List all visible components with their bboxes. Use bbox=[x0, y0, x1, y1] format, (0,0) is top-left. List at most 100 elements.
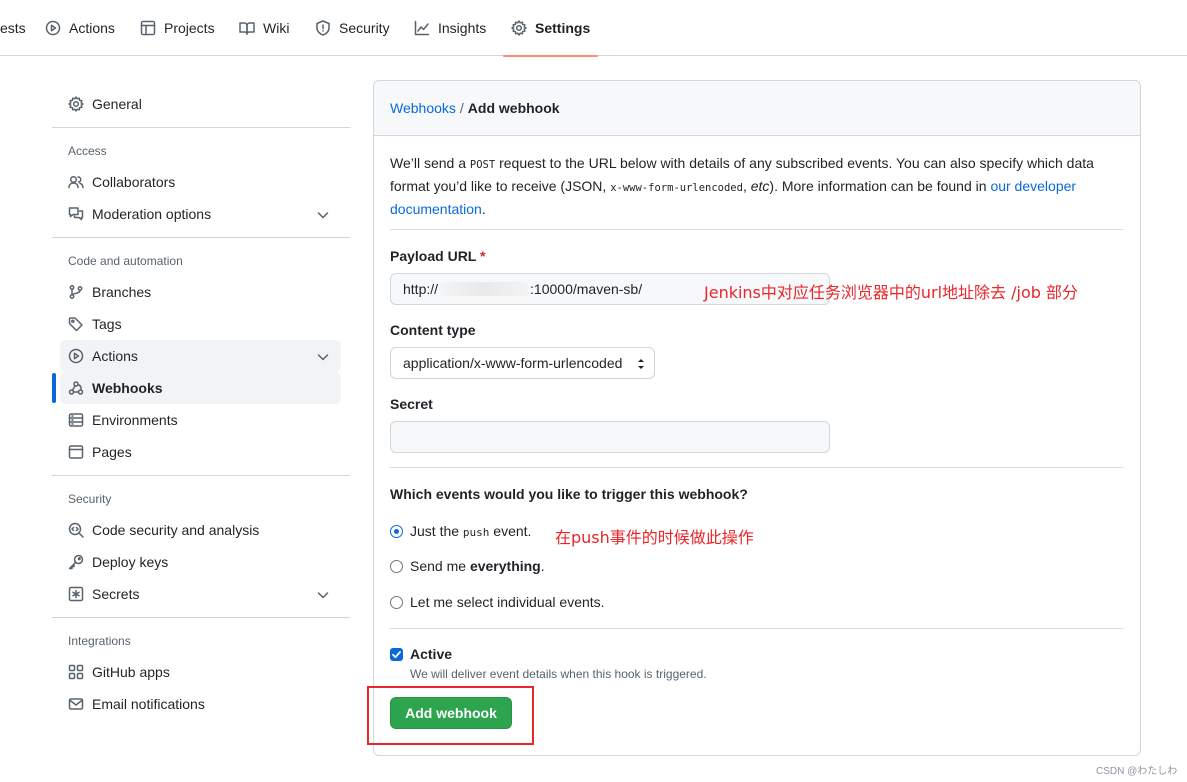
shield-icon bbox=[315, 20, 331, 36]
key-icon bbox=[68, 554, 84, 570]
selected-value: application/x-www-form-urlencoded bbox=[403, 355, 623, 371]
breadcrumb-link-webhooks[interactable]: Webhooks bbox=[390, 100, 456, 116]
gear-icon bbox=[68, 96, 84, 112]
form-divider bbox=[390, 467, 1124, 468]
url-annotation: Jenkins中对应任务浏览器中的url地址除去 /job 部分 bbox=[704, 283, 1079, 302]
payload-url-label: Payload URL * bbox=[390, 248, 485, 264]
active-label: Active bbox=[410, 646, 453, 662]
secret-input[interactable] bbox=[390, 421, 830, 453]
label-text: Payload URL bbox=[390, 248, 477, 264]
sidebar-item-webhooks[interactable]: Webhooks bbox=[60, 372, 341, 404]
watermark: CSDN @わたしわ bbox=[1096, 766, 1178, 777]
tab-label: Wiki bbox=[263, 20, 290, 36]
people-icon bbox=[68, 174, 84, 190]
radio-option-push[interactable]: Just the push event. bbox=[390, 523, 531, 539]
sidebar-heading-access: Access bbox=[68, 144, 107, 158]
description-code: x-www-form-urlencoded bbox=[610, 182, 743, 194]
secret-label: Secret bbox=[390, 396, 433, 412]
tab-pull-requests-partial[interactable]: ests bbox=[0, 0, 26, 56]
server-icon bbox=[68, 412, 84, 428]
tab-label: Settings bbox=[535, 20, 591, 36]
chevron-down-icon[interactable] bbox=[315, 349, 331, 365]
radio-option-individual[interactable]: Let me select individual events. bbox=[390, 594, 605, 610]
book-icon bbox=[239, 20, 255, 36]
repo-tab-bar: ests Actions Projects Wiki Security Insi… bbox=[0, 0, 1187, 57]
sidebar-item-label: Webhooks bbox=[92, 380, 163, 396]
sidebar-item-label: GitHub apps bbox=[92, 664, 170, 680]
sidebar-item-secrets[interactable]: Secrets bbox=[60, 578, 341, 610]
tab-insights[interactable]: Insights bbox=[414, 0, 486, 56]
sidebar-item-moderation-options[interactable]: Moderation options bbox=[60, 198, 341, 230]
sidebar-item-label: Email notifications bbox=[92, 696, 205, 712]
sidebar-divider bbox=[52, 127, 350, 128]
tab-label: Projects bbox=[164, 20, 215, 36]
content-type-select[interactable]: application/x-www-form-urlencoded bbox=[390, 347, 655, 379]
codescan-icon bbox=[68, 522, 84, 538]
play-icon bbox=[68, 348, 84, 364]
option-label: Send me everything. bbox=[410, 558, 545, 574]
url-prefix: http:// bbox=[403, 281, 439, 297]
sidebar-item-deploy-keys[interactable]: Deploy keys bbox=[60, 546, 341, 578]
tab-security[interactable]: Security bbox=[315, 0, 390, 56]
breadcrumb-separator: / bbox=[459, 100, 464, 116]
gear-icon bbox=[511, 20, 527, 36]
sidebar-heading-integrations: Integrations bbox=[68, 634, 131, 648]
sidebar-item-environments[interactable]: Environments bbox=[60, 404, 341, 436]
active-checkbox[interactable] bbox=[390, 648, 403, 661]
tab-label: ests bbox=[0, 20, 26, 36]
radio-button[interactable] bbox=[390, 524, 403, 538]
page-title: Add webhook bbox=[467, 100, 560, 116]
sidebar-item-actions[interactable]: Actions bbox=[60, 340, 341, 372]
tab-projects[interactable]: Projects bbox=[140, 0, 215, 56]
sidebar-item-pages[interactable]: Pages bbox=[60, 436, 341, 468]
chevron-down-icon[interactable] bbox=[315, 207, 331, 223]
chevron-down-icon[interactable] bbox=[315, 587, 331, 603]
sidebar-divider bbox=[52, 475, 350, 476]
sidebar-item-label: Environments bbox=[92, 412, 178, 428]
sidebar-item-label: Collaborators bbox=[92, 174, 176, 190]
sidebar-item-general[interactable]: General bbox=[60, 88, 341, 120]
browser-icon bbox=[68, 444, 84, 460]
push-annotation: 在push事件的时候做此操作 bbox=[555, 528, 754, 547]
radio-button[interactable] bbox=[390, 595, 403, 609]
redacted-host bbox=[440, 282, 529, 296]
tab-label: Security bbox=[339, 20, 390, 36]
description-text: etc bbox=[750, 178, 770, 194]
add-webhook-form: Webhooks / Add webhook We’ll send a POST… bbox=[373, 80, 1141, 756]
sidebar-item-tags[interactable]: Tags bbox=[60, 308, 341, 340]
events-question: Which events would you like to trigger t… bbox=[390, 486, 748, 502]
sidebar-item-collaborators[interactable]: Collaborators bbox=[60, 166, 341, 198]
form-divider bbox=[390, 628, 1124, 629]
sidebar-heading-security: Security bbox=[68, 492, 112, 506]
sidebar-item-label: Pages bbox=[92, 444, 132, 460]
option-label: Let me select individual events. bbox=[410, 594, 605, 610]
sidebar-divider bbox=[52, 237, 350, 238]
sidebar-heading-code-and-automation: Code and automation bbox=[68, 254, 183, 268]
sidebar-item-github-apps[interactable]: GitHub apps bbox=[60, 656, 341, 688]
sidebar-item-email-notifications[interactable]: Email notifications bbox=[60, 688, 341, 720]
graph-icon bbox=[414, 20, 430, 36]
tab-wiki[interactable]: Wiki bbox=[239, 0, 289, 56]
tab-settings[interactable]: Settings bbox=[502, 0, 599, 57]
sidebar-item-label: Actions bbox=[92, 348, 138, 364]
radio-option-everything[interactable]: Send me everything. bbox=[390, 558, 545, 574]
sidebar-item-label: General bbox=[92, 96, 142, 112]
required-mark: * bbox=[480, 248, 486, 264]
description-text: ). More information can be found in bbox=[769, 178, 991, 194]
sidebar-item-label: Branches bbox=[92, 284, 152, 300]
sidebar-item-label: Moderation options bbox=[92, 206, 212, 222]
sidebar-item-label: Secrets bbox=[92, 586, 140, 602]
tab-actions[interactable]: Actions bbox=[45, 0, 115, 56]
sidebar-item-code-security[interactable]: Code security and analysis bbox=[60, 514, 341, 546]
description-text: . bbox=[481, 201, 486, 217]
tab-label: Insights bbox=[438, 20, 487, 36]
mail-icon bbox=[68, 696, 84, 712]
select-arrows-icon bbox=[636, 356, 646, 372]
comment-discussion-icon bbox=[68, 206, 84, 222]
sidebar-item-label: Deploy keys bbox=[92, 554, 169, 570]
content-type-label: Content type bbox=[390, 322, 476, 338]
radio-button[interactable] bbox=[390, 559, 403, 573]
webhook-icon bbox=[68, 380, 84, 396]
sidebar-item-branches[interactable]: Branches bbox=[60, 276, 341, 308]
sidebar-item-label: Code security and analysis bbox=[92, 522, 260, 538]
